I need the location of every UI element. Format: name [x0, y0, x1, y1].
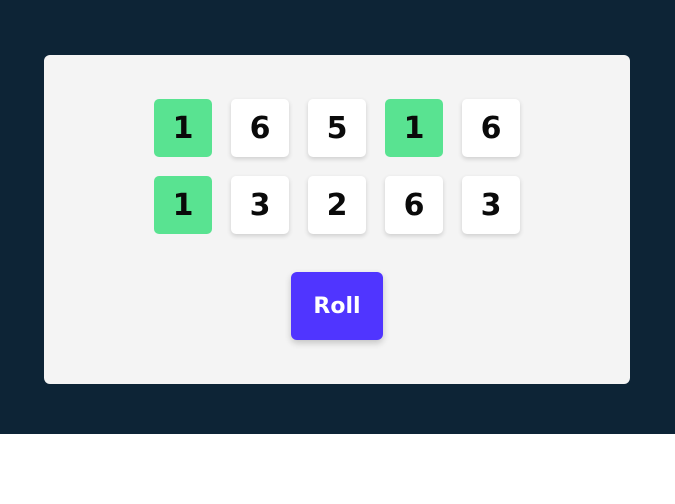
- game-board: 1 6 5 1 6 1 3 2 6 3 Roll: [44, 55, 630, 384]
- die[interactable]: 1: [154, 99, 212, 157]
- die[interactable]: 6: [231, 99, 289, 157]
- die[interactable]: 1: [385, 99, 443, 157]
- die[interactable]: 1: [154, 176, 212, 234]
- roll-button[interactable]: Roll: [291, 272, 383, 340]
- dice-grid: 1 6 5 1 6 1 3 2 6 3: [154, 99, 520, 234]
- die[interactable]: 3: [462, 176, 520, 234]
- app-background: 1 6 5 1 6 1 3 2 6 3 Roll: [0, 0, 675, 434]
- die[interactable]: 3: [231, 176, 289, 234]
- die[interactable]: 6: [385, 176, 443, 234]
- die[interactable]: 5: [308, 99, 366, 157]
- die[interactable]: 6: [462, 99, 520, 157]
- die[interactable]: 2: [308, 176, 366, 234]
